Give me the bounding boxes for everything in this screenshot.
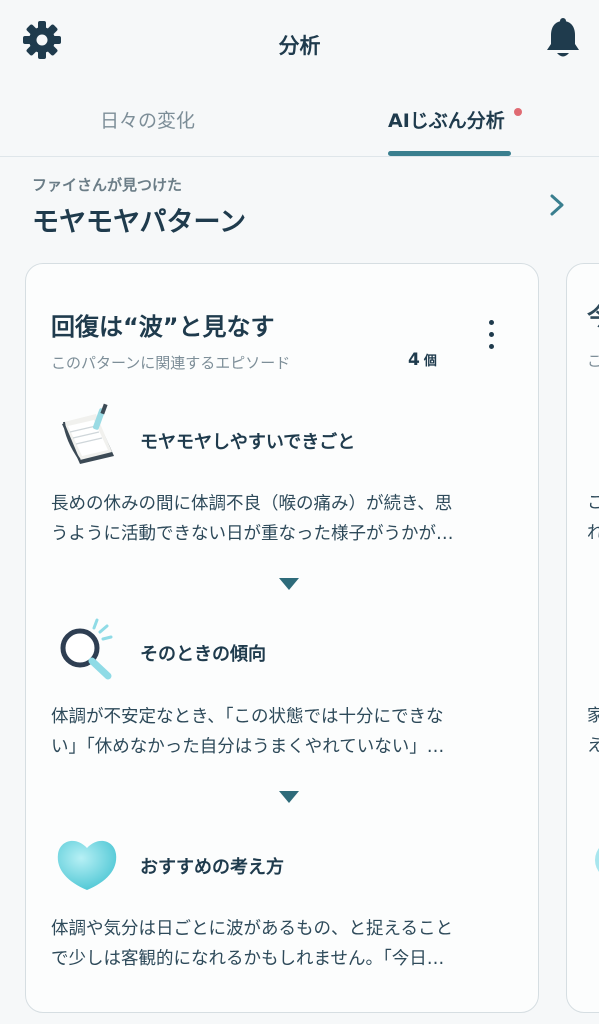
pattern-card[interactable]: 回復は“波”と見なす このパターンに関連するエピソード 4個 モヤモヤしやすいで… <box>25 263 539 1013</box>
next-card-subtitle-fragment: こ <box>587 346 599 376</box>
next-pattern-card[interactable]: 今 こ こ れ 家 え <box>566 263 599 1013</box>
section-heading-events: モヤモヤしやすいできごと <box>140 432 356 453</box>
card-subtitle: このパターンに関連するエピソード <box>51 354 291 372</box>
episode-count-unit: 個 <box>423 354 437 369</box>
section-heading-recommended-thinking: おすすめの考え方 <box>140 857 284 878</box>
magnifier-icon <box>60 618 113 680</box>
page-title: 分析 <box>278 34 321 58</box>
more-menu-icon[interactable] <box>484 320 498 360</box>
section-text-tendency: 体調が不安定なとき、「この状態では十分にできな い」「休めなかった自分はうまくや… <box>51 702 529 762</box>
section-text-line: 体調や気分は日ごとに波があるもの、と捉えること <box>51 919 453 939</box>
section-text-line: 長めの休みの間に体調不良（喉の痛み）が続き、思 <box>51 494 453 514</box>
card-title: 回復は“波”と見なす <box>51 313 275 341</box>
section-text-events: 長めの休みの間に体調不良（喉の痛み）が続き、思 うように活動できない日が重なった… <box>51 489 529 549</box>
bell-icon[interactable] <box>544 18 582 60</box>
section-text-line: い」「休めなかった自分はうまくやれていない」… <box>51 737 445 757</box>
notification-dot <box>514 108 522 116</box>
tab-daily-changes[interactable]: 日々の変化 <box>100 106 195 133</box>
next-card-title-fragment: 今 <box>587 302 599 332</box>
section-heading-tendency: そのときの傾向 <box>140 644 266 665</box>
tab-ai-self-analysis[interactable]: AIじぶん分析 <box>388 106 505 133</box>
down-arrow-icon <box>279 578 299 590</box>
top-bar: 分析 <box>0 0 599 90</box>
next-card-text-fragment: こ <box>587 488 599 518</box>
next-card-text-fragment: 家 <box>587 701 599 731</box>
section-text-line: で少しは客観的になれるかもしれません。「今日… <box>51 949 445 969</box>
pattern-section-header[interactable]: ファイさんが見つけた モヤモヤパターン <box>0 158 599 258</box>
tab-bar: 日々の変化 AIじぶん分析 <box>0 92 599 157</box>
section-text-recommended-thinking: 体調や気分は日ごとに波があるもの、と捉えること で少しは客観的になれるかもしれま… <box>51 914 529 974</box>
heart-icon <box>57 840 117 890</box>
next-card-icon-fragment <box>595 840 599 880</box>
next-card-text-fragment: え <box>587 731 599 761</box>
down-arrow-icon <box>279 791 299 803</box>
notebook-icon <box>62 403 114 464</box>
section-text-line: 体調が不安定なとき、「この状態では十分にできな <box>51 707 444 727</box>
next-card-text-fragment: れ <box>587 518 599 548</box>
active-tab-indicator <box>388 151 511 156</box>
episode-count: 4個 <box>408 350 437 370</box>
chevron-right-icon[interactable] <box>545 190 569 220</box>
section-eyebrow: ファイさんが見つけた <box>32 176 183 194</box>
section-text-line: うように活動できない日が重なった様子がうかが… <box>51 524 454 544</box>
section-title: モヤモヤパターン <box>32 207 247 238</box>
episode-count-value: 4 <box>408 350 420 370</box>
